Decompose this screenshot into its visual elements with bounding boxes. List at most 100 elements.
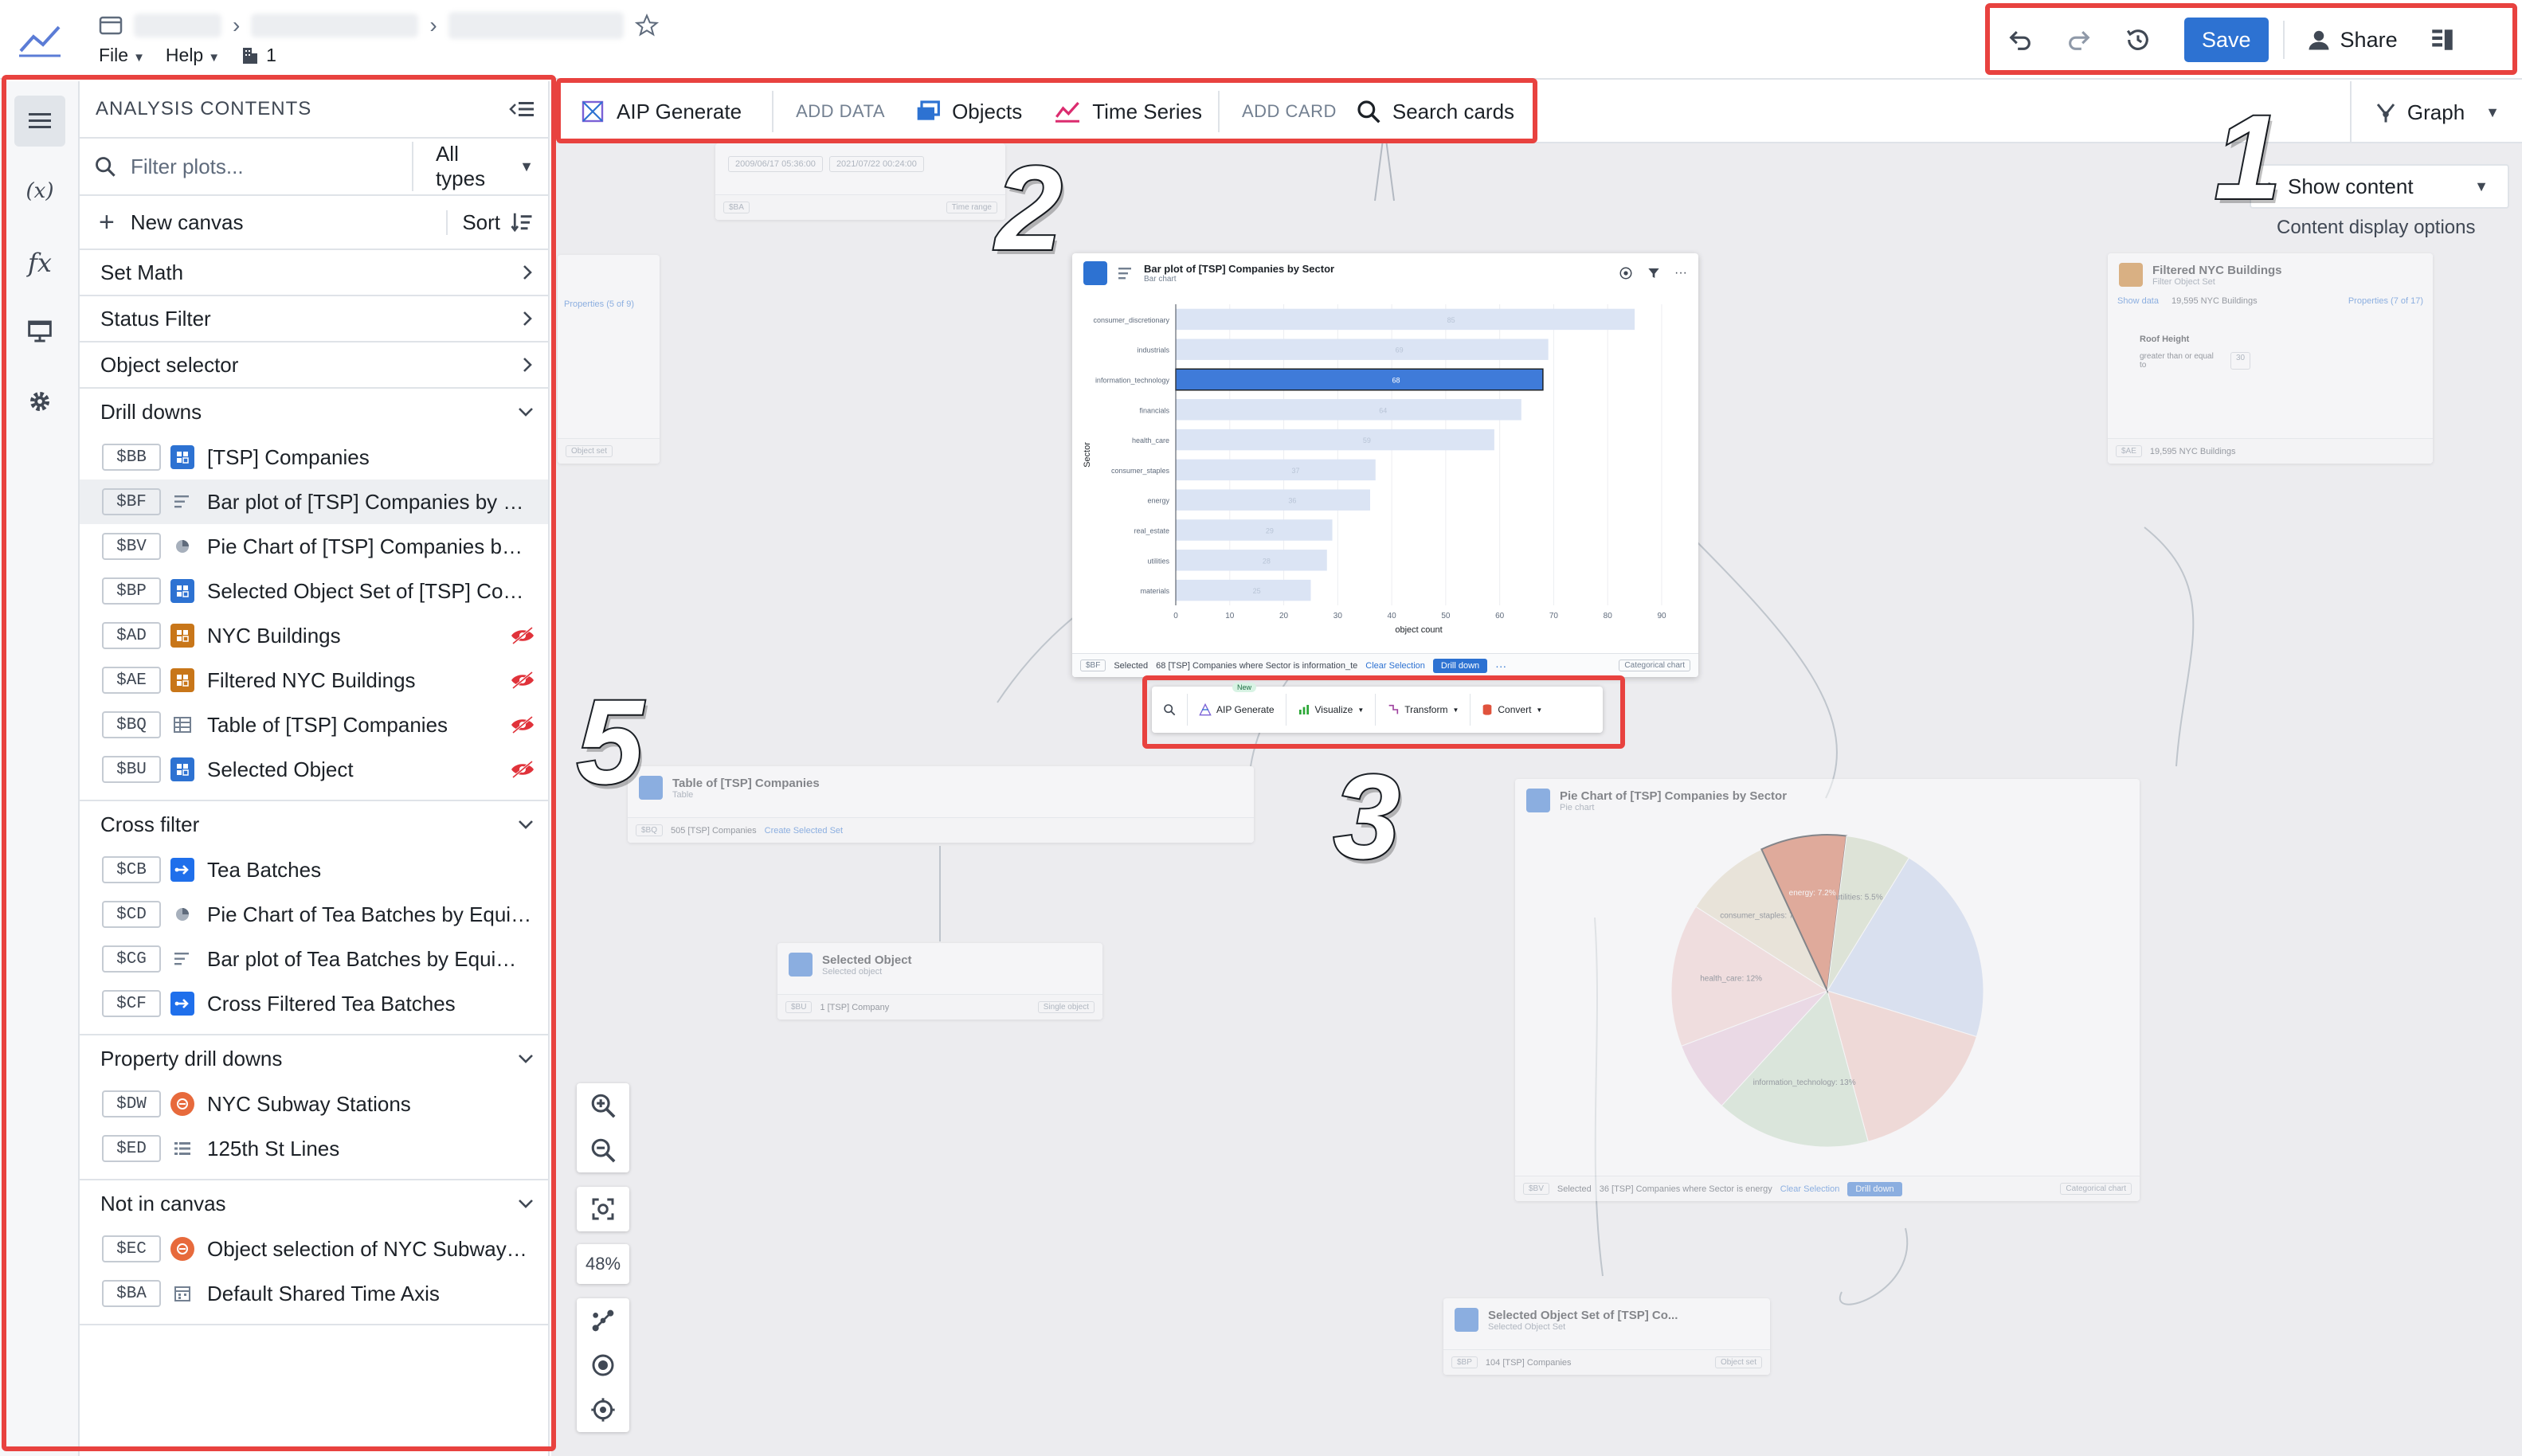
item-label: [TSP] Companies <box>207 444 370 469</box>
linked-set-icon <box>170 858 194 882</box>
list-item[interactable]: $EC Object selection of NYC Subway… <box>80 1227 548 1271</box>
section-header-expanded[interactable]: Property drill downs <box>80 1035 548 1082</box>
more-options-icon[interactable]: ··· <box>1674 266 1687 280</box>
auto-layout-button[interactable] <box>577 1298 629 1343</box>
list-item[interactable]: $CD Pie Chart of Tea Batches by Equi… <box>80 892 548 937</box>
item-code-badge: $CD <box>102 901 161 928</box>
pie-chart-card[interactable]: Pie Chart of [TSP] Companies by Sector Pi… <box>1515 779 2140 1201</box>
star-icon[interactable] <box>634 14 659 37</box>
item-code-badge: $AD <box>102 622 161 649</box>
new-canvas-button[interactable]: New canvas <box>131 210 244 235</box>
more-options-icon[interactable]: ··· <box>1495 660 1506 672</box>
contents-tab-button[interactable] <box>14 96 65 147</box>
building-object-icon <box>170 624 194 648</box>
section-header-expanded[interactable]: Cross filter <box>80 801 548 847</box>
document-title-redacted[interactable] <box>448 12 624 39</box>
list-item[interactable]: $AD NYC Buildings <box>80 613 548 658</box>
fit-controls <box>577 1187 629 1231</box>
section-header-expanded[interactable]: Not in canvas <box>80 1180 548 1227</box>
breadcrumb-redacted[interactable] <box>251 14 419 37</box>
caret-down-icon: ▼ <box>1357 706 1365 714</box>
app-logo-icon[interactable] <box>18 19 62 57</box>
objects-button[interactable]: Objects <box>899 80 1038 143</box>
fit-to-screen-button[interactable] <box>577 1187 629 1231</box>
center-button[interactable] <box>577 1343 629 1388</box>
search-action-button[interactable] <box>1152 694 1188 726</box>
locate-button[interactable] <box>577 1388 629 1432</box>
section-header-collapsed[interactable]: Set Math <box>80 250 548 296</box>
convert-action-button[interactable]: Convert ▼ <box>1471 694 1553 726</box>
y-tick-label: consumer_discretionary <box>1093 316 1169 324</box>
list-item[interactable]: $BU Selected Object <box>80 747 548 792</box>
eye-off-icon[interactable] <box>510 715 535 734</box>
aip-generate-action-button[interactable]: New AIP Generate <box>1188 683 1286 726</box>
types-select[interactable]: All types ▼ <box>411 142 534 191</box>
filter-plots-input[interactable] <box>130 154 397 179</box>
help-menu[interactable]: Help ▼ <box>166 45 220 66</box>
section-header-expanded[interactable]: Drill downs <box>80 389 548 435</box>
list-item[interactable]: $CG Bar plot of Tea Batches by Equi… <box>80 937 548 981</box>
zoom-out-button[interactable] <box>577 1128 629 1172</box>
section-header-collapsed[interactable]: Status Filter <box>80 296 548 342</box>
share-button[interactable]: Share <box>2299 28 2406 53</box>
search-cards-button[interactable]: Search cards <box>1351 80 1530 143</box>
sidebar-toggle-button[interactable] <box>2420 18 2465 62</box>
building-icon <box>243 47 258 64</box>
selected-object-set-card[interactable]: Selected Object Set of [TSP] Co... Select… <box>1443 1298 1770 1375</box>
history-button[interactable] <box>2116 18 2160 62</box>
drill-down-button[interactable]: Drill down <box>1432 658 1488 673</box>
folder-icon[interactable] <box>99 15 123 36</box>
visualize-action-button[interactable]: Visualize ▼ <box>1286 694 1377 726</box>
table-icon <box>170 713 194 737</box>
time-series-button[interactable]: Time Series <box>1038 80 1218 143</box>
transform-action-button[interactable]: Transform ▼ <box>1376 694 1471 726</box>
bar-chart-icon <box>170 490 194 514</box>
presentation-tab-button[interactable] <box>14 306 65 357</box>
redo-button[interactable] <box>2057 18 2101 62</box>
list-item[interactable]: $BP Selected Object Set of [TSP] Co… <box>80 569 548 613</box>
variables-tab-button[interactable]: (x) <box>14 166 65 217</box>
versions-indicator[interactable]: 1 <box>241 45 276 66</box>
list-item[interactable]: $DW NYC Subway Stations <box>80 1082 548 1126</box>
list-item[interactable]: $ED 125th St Lines <box>80 1126 548 1171</box>
aip-generate-button[interactable]: AIP Generate <box>551 80 758 143</box>
properties-card[interactable]: Properties (5 of 9) Object set <box>558 255 660 464</box>
content-display-options-link[interactable]: Content display options <box>2277 217 2476 239</box>
eye-off-icon[interactable] <box>510 760 535 779</box>
breadcrumb-redacted[interactable] <box>134 14 221 37</box>
table-card[interactable]: Table of [TSP] Companies Table $BQ 505 [TS… <box>628 766 1254 843</box>
sort-button[interactable]: Sort <box>446 209 534 235</box>
save-button[interactable]: Save <box>2184 18 2269 62</box>
item-code-badge: $CB <box>102 856 161 883</box>
zoom-in-button[interactable] <box>577 1083 629 1128</box>
show-content-select[interactable]: › Show content ▼ <box>2250 164 2509 209</box>
selected-object-card[interactable]: Selected Object Selected object $BU 1 [TSP… <box>777 943 1102 1020</box>
list-item[interactable]: $BF Bar plot of [TSP] Companies by … <box>80 479 548 524</box>
eye-off-icon[interactable] <box>510 626 535 645</box>
list-item[interactable]: $CB Tea Batches <box>80 847 548 892</box>
functions-tab-button[interactable]: fx <box>14 237 65 288</box>
list-item[interactable]: $AE Filtered NYC Buildings <box>80 658 548 703</box>
filtered-nyc-buildings-card[interactable]: Filtered NYC Buildings Filter Object Set … <box>2108 253 2433 464</box>
settings-tab-button[interactable] <box>14 376 65 427</box>
x-tick-label: 50 <box>1441 612 1451 620</box>
list-item[interactable]: $BV Pie Chart of [TSP] Companies b… <box>80 524 548 569</box>
chevron-right-icon: › <box>429 13 437 37</box>
filter-icon[interactable] <box>1647 267 1660 280</box>
time-range-card[interactable]: 2009/06/17 05:36:00 2021/07/22 00:24:00 … <box>715 143 1005 220</box>
graph-view-select[interactable]: Graph ▼ <box>2349 81 2500 143</box>
section-group: Cross filter $CB Tea Batches $CD Pie Chart o… <box>80 801 548 1035</box>
list-item[interactable]: $CF Cross Filtered Tea Batches <box>80 981 548 1026</box>
eye-off-icon[interactable] <box>510 671 535 690</box>
target-icon[interactable] <box>1619 266 1633 280</box>
section-header-collapsed[interactable]: Object selector <box>80 342 548 389</box>
undo-button[interactable] <box>1998 18 2042 62</box>
list-item[interactable]: $BA Default Shared Time Axis <box>80 1271 548 1316</box>
bar-plot-card[interactable]: Bar plot of [TSP] Companies by Sector Bar… <box>1072 253 1698 677</box>
card-action-bar: New AIP Generate Visualize ▼ Transform ▼ C… <box>1152 683 1603 733</box>
clear-selection-link[interactable]: Clear Selection <box>1365 661 1425 671</box>
collapse-panel-button[interactable] <box>508 98 535 120</box>
file-menu[interactable]: File ▼ <box>99 45 145 66</box>
list-item[interactable]: $BQ Table of [TSP] Companies <box>80 703 548 747</box>
list-item[interactable]: $BB [TSP] Companies <box>80 435 548 479</box>
